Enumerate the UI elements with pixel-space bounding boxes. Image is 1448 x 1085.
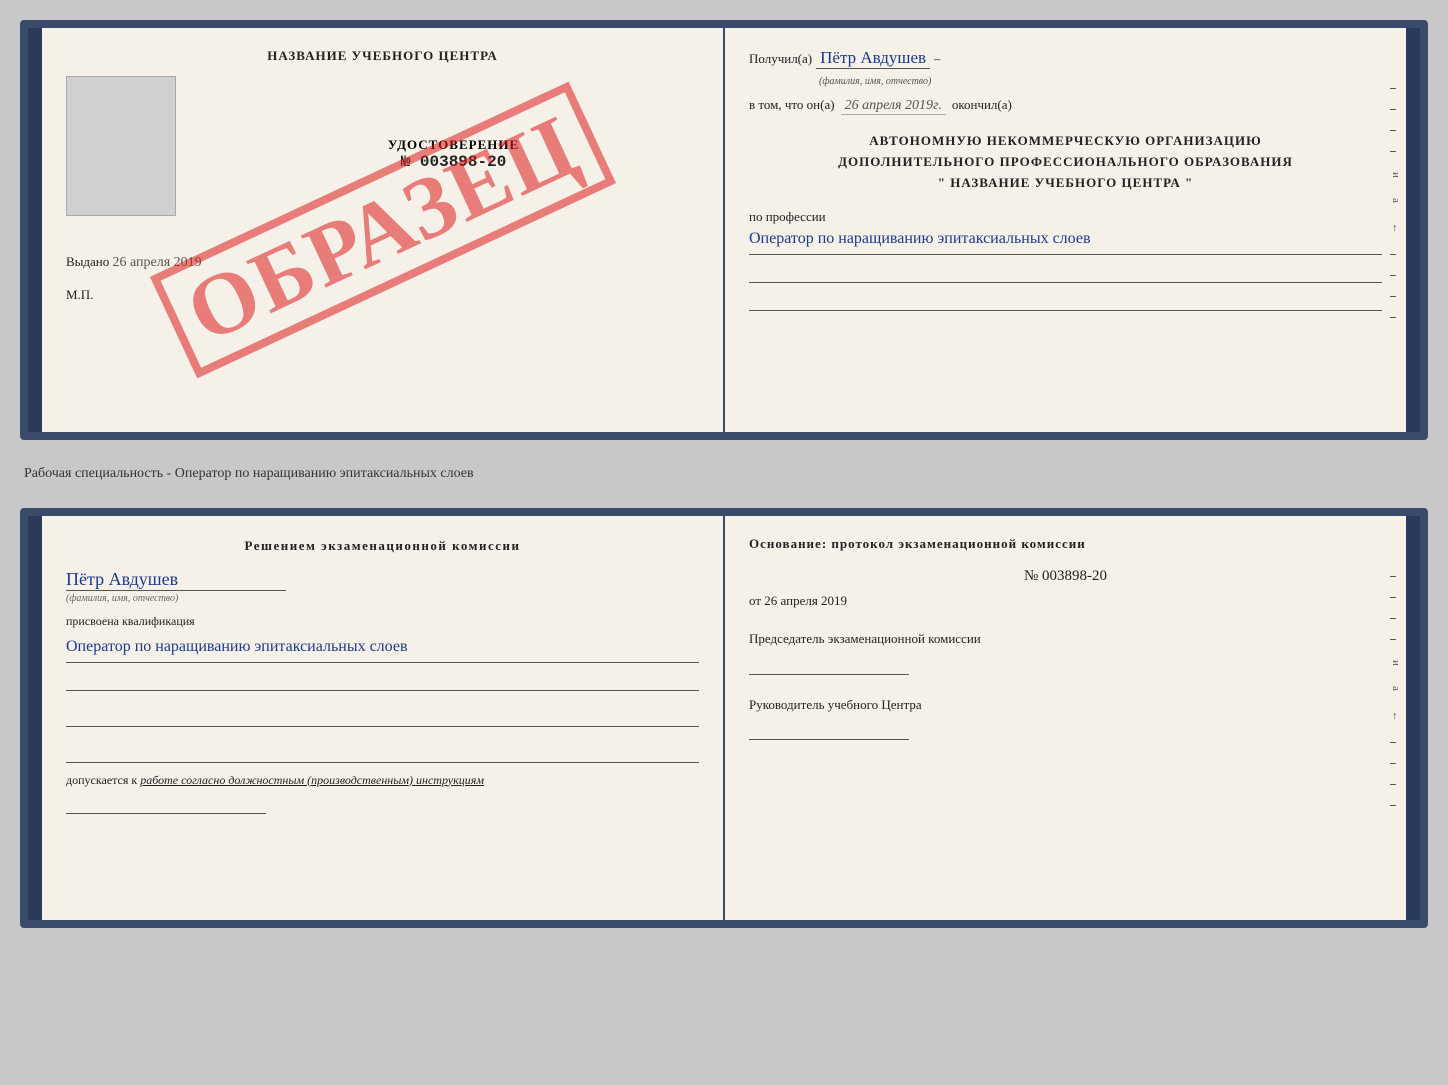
person-name: Пётр Авдушев xyxy=(66,569,286,591)
recipient-subtitle: (фамилия, имя, отчество) xyxy=(819,76,931,87)
head-signature-line xyxy=(749,720,909,740)
lower-spine-right xyxy=(1406,516,1420,920)
upper-left-panel: НАЗВАНИЕ УЧЕБНОГО ЦЕНТРА УДОСТОВЕРЕНИЕ №… xyxy=(42,28,725,432)
lower-side-5 xyxy=(1390,742,1396,743)
page-wrapper: НАЗВАНИЕ УЧЕБНОГО ЦЕНТРА УДОСТОВЕРЕНИЕ №… xyxy=(20,20,1428,928)
side-line-4 xyxy=(1390,151,1396,152)
issued-prefix: Выдано xyxy=(66,254,109,269)
specialty-label: Рабочая специальность - Оператор по нара… xyxy=(20,466,1428,482)
upper-document-book: НАЗВАНИЕ УЧЕБНОГО ЦЕНТРА УДОСТОВЕРЕНИЕ №… xyxy=(20,20,1428,440)
org-line3: " НАЗВАНИЕ УЧЕБНОГО ЦЕНТРА " xyxy=(749,173,1382,194)
lower-side-4 xyxy=(1390,639,1396,640)
admission-prefix: допускается к xyxy=(66,773,137,787)
date-value: 26 апреля 2019 xyxy=(764,593,847,608)
side-line-1 xyxy=(1390,88,1396,89)
cert-issued: Выдано 26 апреля 2019 xyxy=(66,254,699,271)
side-line-2 xyxy=(1390,109,1396,110)
decision-title: Решением экзаменационной комиссии xyxy=(66,536,699,557)
protocol-date: от 26 апреля 2019 xyxy=(749,593,1382,609)
basis-text: Основание: протокол экзаменационной коми… xyxy=(749,536,1382,552)
assigned-prefix: присвоена квалификация xyxy=(66,614,699,629)
upper-right-panel: Получил(а) Пётр Авдушев – (фамилия, имя,… xyxy=(725,28,1406,432)
lower-document-book: Решением экзаменационной комиссии Пётр А… xyxy=(20,508,1428,928)
cert-number: № 003898-20 xyxy=(401,153,507,171)
commission-chair: Председатель экзаменационной комиссии xyxy=(749,629,1382,649)
admission-text: допускается к работе согласно должностны… xyxy=(66,773,699,788)
side-lines: и а ← xyxy=(1390,88,1402,318)
upper-cert-title: НАЗВАНИЕ УЧЕБНОГО ЦЕНТРА xyxy=(66,48,699,64)
lower-side-1 xyxy=(1390,576,1396,577)
side-line-8 xyxy=(1390,317,1396,318)
org-line2: ДОПОЛНИТЕЛЬНОГО ПРОФЕССИОНАЛЬНОГО ОБРАЗО… xyxy=(749,152,1382,173)
mp-label: М.П. xyxy=(66,287,699,303)
lower-spine-left xyxy=(28,516,42,920)
lower-blank-1 xyxy=(66,673,699,691)
lower-blank-3 xyxy=(66,745,699,763)
lower-left-panel: Решением экзаменационной комиссии Пётр А… xyxy=(42,516,725,920)
chair-signature-line xyxy=(749,655,909,675)
protocol-number: № 003898-20 xyxy=(749,568,1382,585)
date-prefix: в том, что он(а) xyxy=(749,97,835,113)
lower-blank-lines xyxy=(66,673,699,763)
blank-line-2 xyxy=(749,291,1382,311)
side-line-3 xyxy=(1390,130,1396,131)
cert-label: УДОСТОВЕРЕНИЕ xyxy=(388,137,519,153)
lower-side-2 xyxy=(1390,597,1396,598)
side-line-6 xyxy=(1390,275,1396,276)
lower-side-lines: и а ← xyxy=(1390,576,1402,806)
profession-prefix: по профессии xyxy=(749,209,826,224)
recipient-dash: – xyxy=(934,51,941,67)
upper-spine-left xyxy=(28,28,42,432)
side-line-7 xyxy=(1390,296,1396,297)
lower-blank-2 xyxy=(66,709,699,727)
recipient-name: Пётр Авдушев xyxy=(816,48,930,69)
center-head: Руководитель учебного Центра xyxy=(749,695,1382,715)
admission-blank-line xyxy=(66,796,266,814)
recipient-prefix: Получил(а) xyxy=(749,51,812,67)
cert-photo-placeholder xyxy=(66,76,176,216)
lower-side-8 xyxy=(1390,805,1396,806)
profession-block: по профессии Оператор по наращиванию эпи… xyxy=(749,209,1382,255)
lower-right-panel: Основание: протокол экзаменационной коми… xyxy=(725,516,1406,920)
issued-date: 26 апреля 2019 xyxy=(113,255,202,270)
lower-profession: Оператор по наращиванию эпитаксиальных с… xyxy=(66,633,699,663)
lower-side-3 xyxy=(1390,618,1396,619)
date-suffix: окончил(а) xyxy=(952,97,1012,113)
org-line1: АВТОНОМНУЮ НЕКОММЕРЧЕСКУЮ ОРГАНИЗАЦИЮ xyxy=(749,131,1382,152)
recipient-line: Получил(а) Пётр Авдушев – xyxy=(749,48,1382,69)
lower-name-subtitle: (фамилия, имя, отчество) xyxy=(66,593,699,604)
blank-line-1 xyxy=(749,263,1382,283)
date-prefix: от xyxy=(749,593,761,608)
profession-value: Оператор по наращиванию эпитаксиальных с… xyxy=(749,225,1382,255)
lower-side-7 xyxy=(1390,784,1396,785)
side-line-5 xyxy=(1390,254,1396,255)
org-block: АВТОНОМНУЮ НЕКОММЕРЧЕСКУЮ ОРГАНИЗАЦИЮ ДО… xyxy=(749,131,1382,193)
date-value: 26 апреля 2019г. xyxy=(841,98,946,115)
upper-spine-right xyxy=(1406,28,1420,432)
lower-side-6 xyxy=(1390,763,1396,764)
date-line: в том, что он(а) 26 апреля 2019г. окончи… xyxy=(749,97,1382,115)
admission-italic: работе согласно должностным (производств… xyxy=(140,773,484,787)
